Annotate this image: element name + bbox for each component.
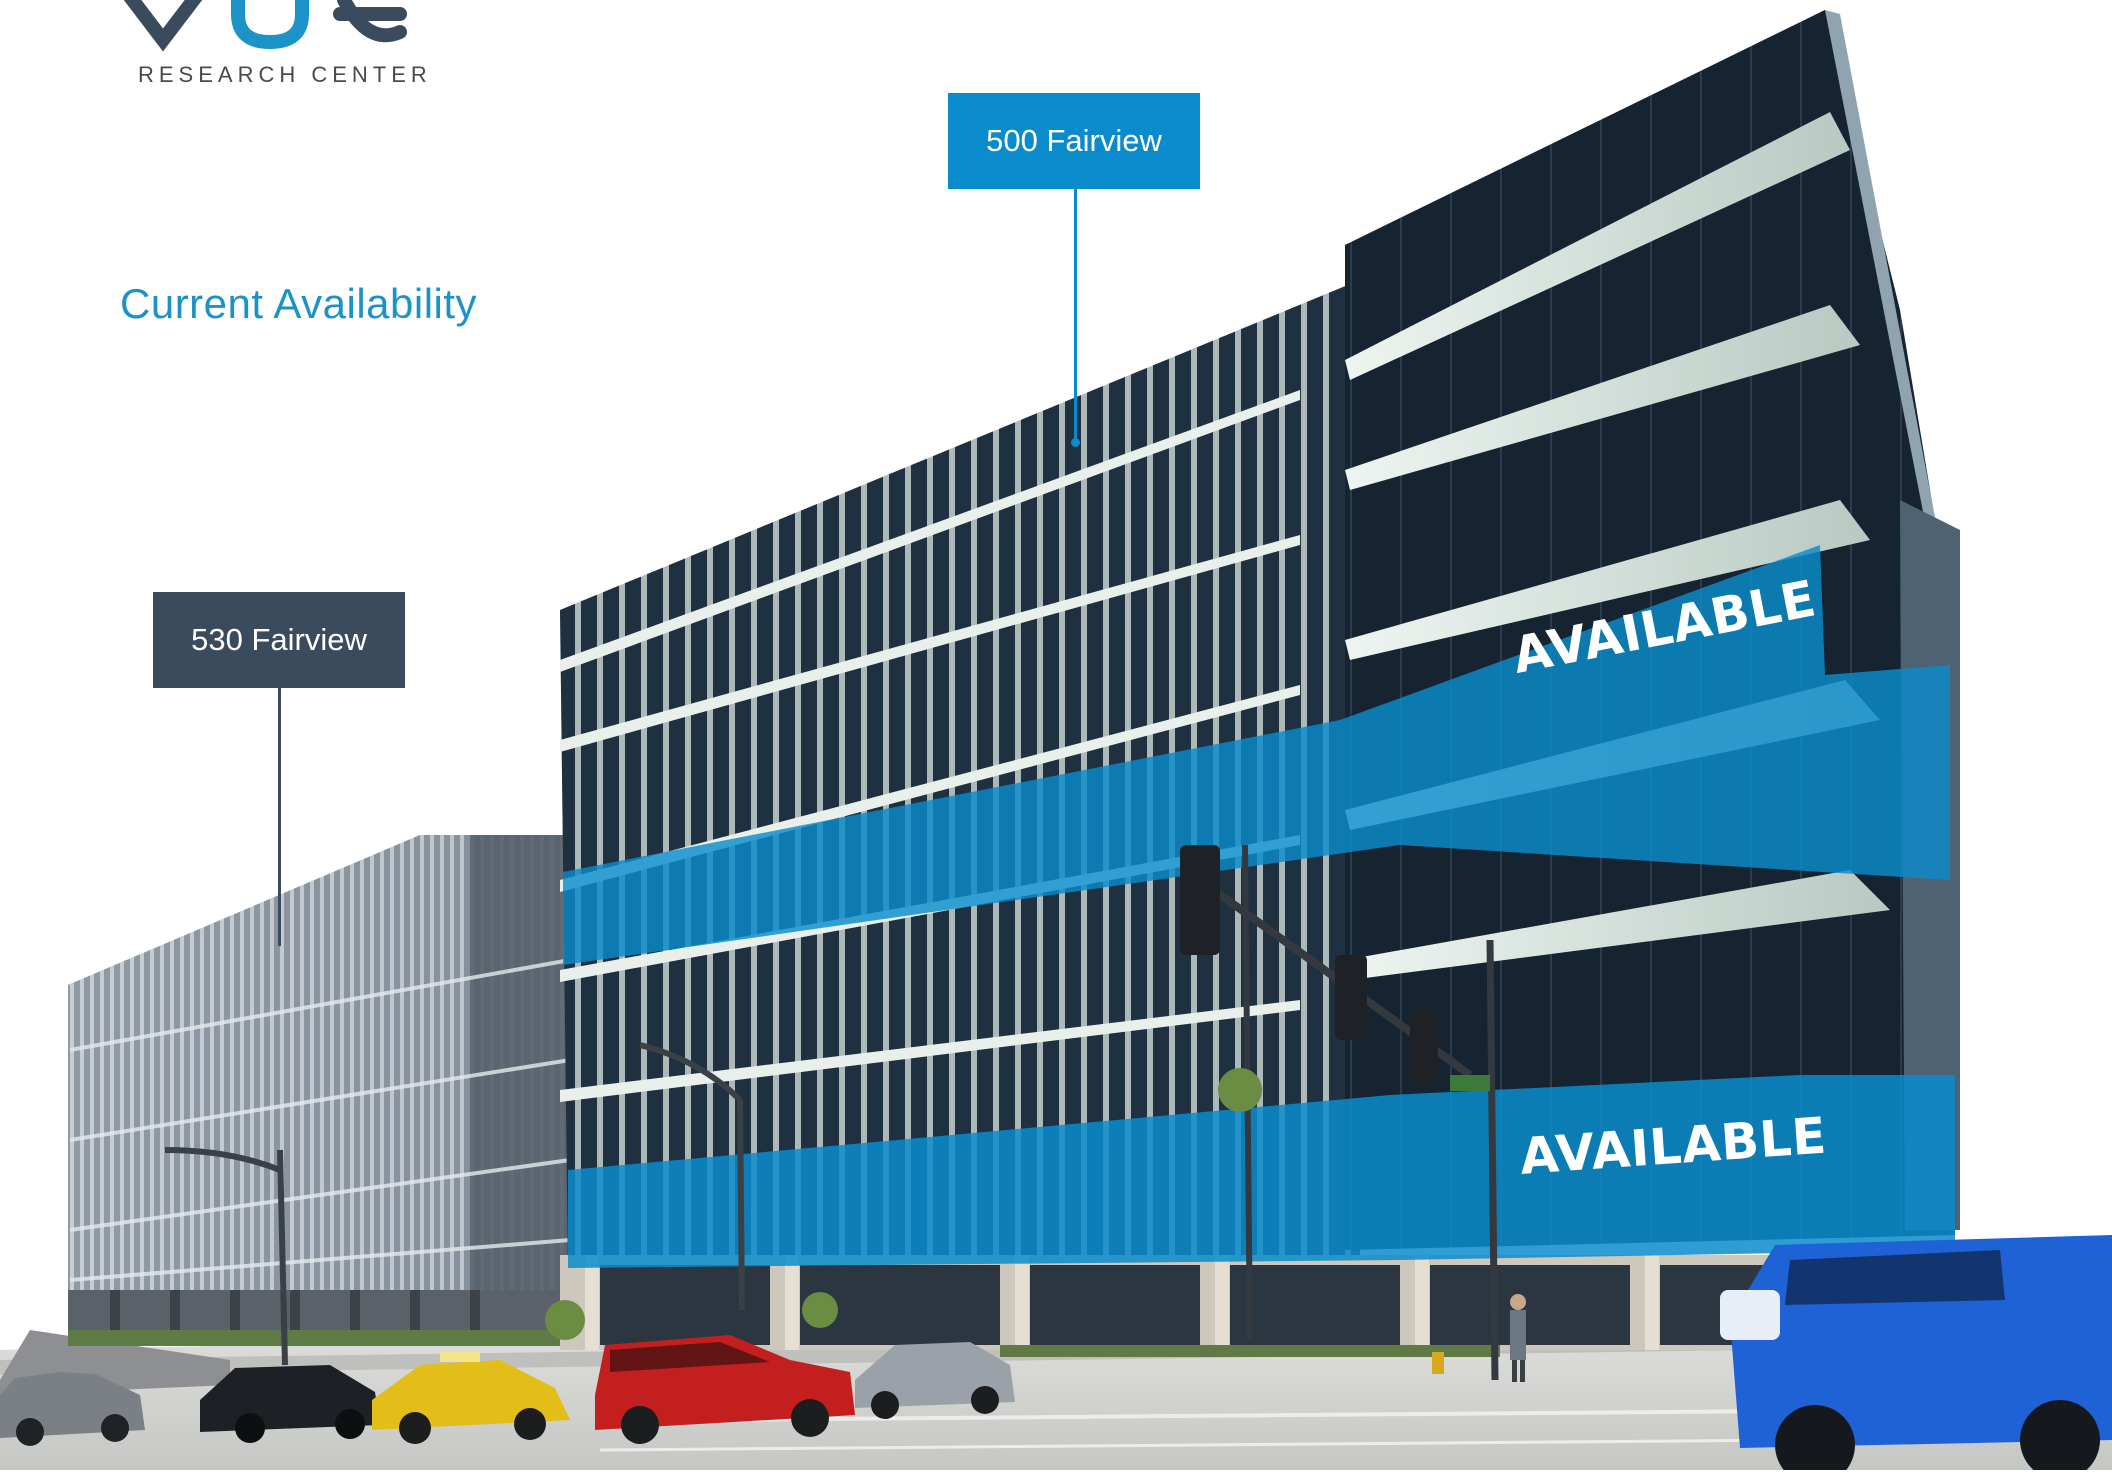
callout-500-fairview[interactable]: 500 Fairview [948,93,1200,189]
callout-leader-500 [1074,189,1077,442]
logo-subtitle: RESEARCH CENTER [138,62,432,87]
callout-leader-530 [278,688,281,946]
callout-530-fairview[interactable]: 530 Fairview [153,592,405,688]
car-blue-suv [1720,1235,2112,1474]
building-photo [0,10,2112,1474]
vue-logo-mark [123,0,407,52]
page-title: Current Availability [120,280,478,327]
callout-leader-dot-500 [1071,438,1080,447]
hero-scene: RESEARCH CENTER Current Availability 500… [0,0,2112,1474]
vue-logo: RESEARCH CENTER [118,0,427,104]
building-530 [68,835,571,1346]
fire-hydrant [1432,1352,1444,1374]
